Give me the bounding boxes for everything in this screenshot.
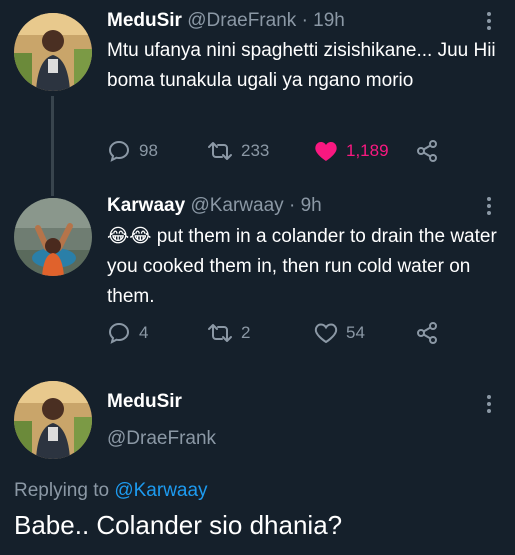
replying-to: Replying to @Karwaay xyxy=(14,480,208,502)
replying-to-mention[interactable]: @Karwaay xyxy=(114,480,207,501)
avatar[interactable] xyxy=(14,381,92,459)
author-handle[interactable]: @DraeFrank xyxy=(107,428,216,450)
more-dots-icon[interactable] xyxy=(487,395,493,413)
replying-to-label: Replying to xyxy=(14,480,110,501)
author-name[interactable]: MeduSir xyxy=(107,391,182,413)
main-tweet-text: Babe.. Colander sio dhania? xyxy=(14,510,343,540)
main-tweet: MeduSir @DraeFrank Replying to @Karwaay … xyxy=(0,0,515,555)
